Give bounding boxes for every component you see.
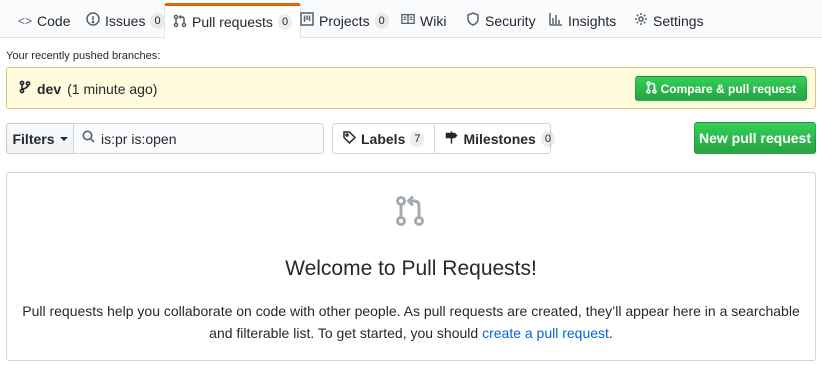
code-icon: <> xyxy=(18,13,33,28)
milestone-icon xyxy=(445,131,459,147)
tab-pull-requests[interactable]: Pull requests 0 xyxy=(164,3,302,39)
pull-request-icon xyxy=(392,193,428,229)
milestones-button[interactable]: Milestones 0 xyxy=(434,124,564,153)
blankslate-description: Pull requests help you collaborate on co… xyxy=(7,300,815,344)
tab-insights-label: Insights xyxy=(568,12,617,29)
labels-label: Labels xyxy=(361,130,406,147)
new-pull-request-label: New pull request xyxy=(698,130,812,146)
branch-name[interactable]: dev xyxy=(37,81,61,97)
recent-branch-flash: dev (1 minute ago) Compare & pull reques… xyxy=(6,67,816,109)
labels-milestones-group: Labels 7 Milestones 0 xyxy=(332,123,555,154)
pull-requests-counter: 0 xyxy=(277,14,293,30)
tab-insights[interactable]: Insights xyxy=(541,3,624,38)
labels-button[interactable]: Labels 7 xyxy=(333,124,434,153)
tab-projects[interactable]: Projects 0 xyxy=(292,3,397,38)
tab-settings-label: Settings xyxy=(653,12,704,29)
project-icon xyxy=(300,12,314,29)
tab-pull-requests-label: Pull requests xyxy=(192,14,273,30)
blankslate-text-end: . xyxy=(608,325,613,341)
chevron-down-icon xyxy=(59,136,68,141)
pull-request-icon xyxy=(645,80,657,97)
branch-icon xyxy=(19,80,31,97)
graph-icon xyxy=(549,12,563,29)
tab-projects-label: Projects xyxy=(319,12,370,29)
book-icon xyxy=(401,12,415,29)
branch-age: (1 minute ago) xyxy=(67,80,158,97)
issue-icon xyxy=(86,12,100,29)
tab-code[interactable]: <> Code xyxy=(10,3,78,38)
recent-branch-info: dev (1 minute ago) xyxy=(19,80,157,97)
projects-counter: 0 xyxy=(374,12,389,29)
search-icon xyxy=(82,130,95,148)
create-pull-request-link[interactable]: create a pull request xyxy=(482,325,609,341)
blankslate-title: Welcome to Pull Requests! xyxy=(285,257,537,280)
tag-icon xyxy=(343,130,357,147)
tab-wiki-label: Wiki xyxy=(420,12,447,29)
filters-label: Filters xyxy=(12,130,55,147)
tab-issues-label: Issues xyxy=(105,12,146,29)
tab-security-label: Security xyxy=(485,12,536,29)
pull-request-icon xyxy=(173,14,187,31)
new-pull-request-button[interactable]: New pull request xyxy=(694,122,816,154)
tab-issues[interactable]: Issues 0 xyxy=(78,3,173,38)
compare-button-label: Compare & pull request xyxy=(660,81,796,96)
shield-icon xyxy=(466,12,480,29)
filters-dropdown-button[interactable]: Filters xyxy=(6,123,74,154)
compare-pull-request-button[interactable]: Compare & pull request xyxy=(634,76,807,101)
milestones-label: Milestones xyxy=(463,130,536,147)
milestones-counter: 0 xyxy=(540,130,555,147)
pull-requests-blankslate: Welcome to Pull Requests! Pull requests … xyxy=(6,172,816,361)
recent-branches-label: Your recently pushed branches: xyxy=(6,50,161,62)
search-input[interactable] xyxy=(101,130,301,147)
tab-wiki[interactable]: Wiki xyxy=(393,3,454,38)
tab-settings[interactable]: Settings xyxy=(626,3,712,38)
tab-security[interactable]: Security xyxy=(458,3,544,38)
labels-counter: 7 xyxy=(410,130,425,147)
tab-code-label: Code xyxy=(37,12,71,29)
blankslate-text: Pull requests help you collaborate on co… xyxy=(22,303,800,341)
repo-tab-bar: <> Code Issues 0 Pull requests 0 Project… xyxy=(0,0,822,39)
issues-counter: 0 xyxy=(150,12,165,29)
search-field[interactable] xyxy=(73,123,324,154)
gear-icon xyxy=(634,12,648,29)
